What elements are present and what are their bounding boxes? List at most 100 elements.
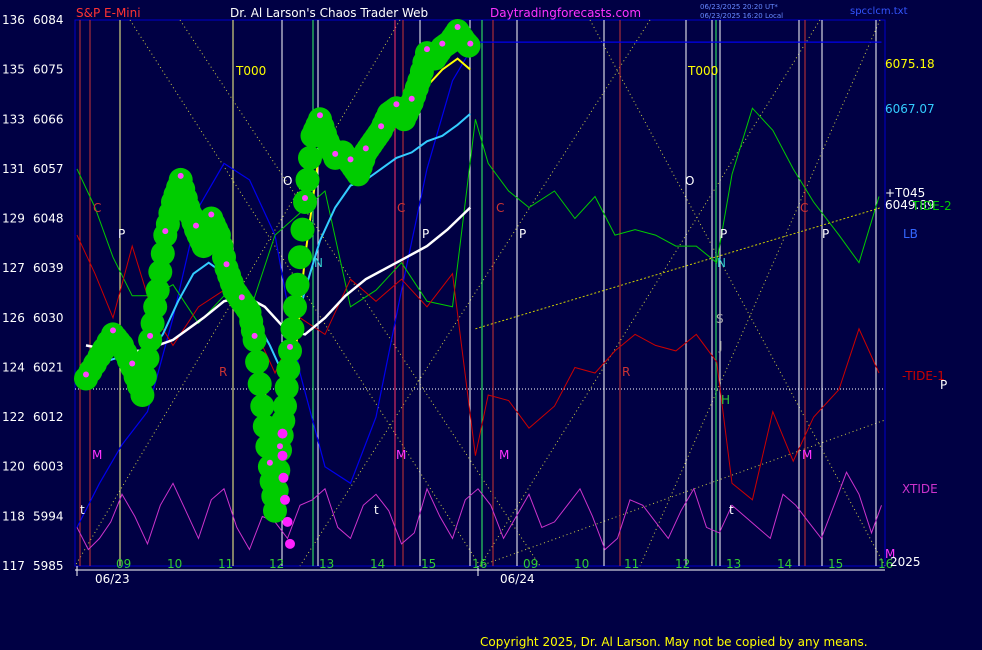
x-tick-label-day1: 11 (218, 557, 233, 571)
data-file-label: spcclcm.txt (850, 6, 908, 17)
price-core-dot (317, 112, 323, 119)
price-core-dot (177, 172, 184, 179)
y-tick-label-price: 6057 (33, 162, 64, 176)
y-tick-label-left: 133 (2, 112, 25, 126)
y-tick-label-price: 6039 (33, 261, 64, 275)
price-core-dot (378, 123, 385, 130)
price-core-dot (393, 101, 400, 108)
event-marker-n: N (314, 256, 323, 270)
event-marker-t000: T000 (687, 64, 718, 78)
price-halo-dot (278, 338, 302, 363)
y-tick-label-left: 120 (2, 460, 25, 474)
event-marker-p: P (422, 227, 429, 241)
y-tick-label-price: 6003 (33, 460, 64, 474)
y-tick-label-left: 118 (2, 509, 25, 523)
y-tick-label-price: 6048 (33, 212, 64, 226)
price-halo-dot (250, 394, 275, 419)
y-tick-label-price: 6021 (33, 360, 64, 374)
price-core-dot (302, 195, 308, 201)
price-low-dot (282, 516, 293, 527)
y-tick-label-price: 5994 (33, 509, 64, 523)
event-marker-p: P (519, 227, 526, 241)
price-core-dot (424, 46, 430, 53)
event-marker-c: C (93, 201, 101, 215)
price-core-dot (266, 459, 273, 466)
y-tick-label-left: 126 (2, 311, 25, 325)
y-tick-label-left: 135 (2, 63, 25, 77)
copyright: Copyright 2025, Dr. Al Larson. May not b… (480, 635, 868, 649)
price-halo-dot (283, 294, 307, 319)
event-marker-p: P (118, 227, 125, 241)
price-halo-dot (245, 349, 270, 374)
price-low-dot (285, 538, 295, 549)
price-low-dot (280, 494, 290, 505)
event-marker-m: M (396, 448, 406, 462)
price-halo-dot (298, 145, 322, 170)
price-core-dot (251, 332, 258, 339)
right-label-ma_value: 6067.07 (885, 102, 935, 116)
price-low-dot (277, 450, 288, 461)
price-core-dot (439, 40, 446, 47)
price-halo-dot (293, 190, 317, 214)
event-marker-c: C (496, 201, 504, 215)
event-marker-o: O (283, 174, 292, 188)
x-tick-label-day2: 09 (523, 557, 538, 571)
price-core-dot (83, 371, 89, 378)
price-halo-dot (290, 217, 315, 242)
x-tick-label-day2: 12 (675, 557, 690, 571)
event-marker-h: H (721, 393, 730, 407)
event-marker-p: P (822, 227, 829, 241)
price-halo-dot (285, 272, 310, 297)
x-tick-label-day1: 13 (319, 557, 334, 571)
event-marker-t000: T000 (235, 64, 266, 78)
event-marker-r: R (622, 365, 630, 379)
x-tick-label-day2: 13 (726, 557, 741, 571)
price-core-dot (287, 343, 293, 350)
price-halo-dot (247, 372, 272, 396)
price-core-dot (110, 327, 116, 334)
date-label: 06/24 (500, 572, 535, 586)
event-marker-m: M (499, 448, 509, 462)
x-tick-label-day2: 15 (828, 557, 843, 571)
y-tick-label-left: 122 (2, 410, 25, 424)
timestamp-local: 06/23/2025 16:20 Local (700, 12, 783, 20)
event-marker-c: C (397, 201, 405, 215)
x-tick-label-day2: 10 (574, 557, 589, 571)
right-label-last_price: 6075.18 (885, 57, 935, 71)
x-tick-label-day1: 09 (116, 557, 131, 571)
price-halo-dot (280, 316, 305, 341)
price-core-dot (454, 24, 461, 30)
event-marker-n: N (717, 256, 726, 270)
price-low-dot (277, 428, 288, 439)
x-tick-label-day2: 11 (624, 557, 639, 571)
y-tick-label-left: 117 (2, 559, 25, 573)
price-core-dot (347, 156, 354, 163)
price-core-dot (332, 150, 339, 157)
x-tick-label-day2: 14 (777, 557, 792, 571)
timestamp-ut: 06/23/2025 20:20 UT* (700, 3, 778, 11)
x-tick-label-day1: 12 (269, 557, 284, 571)
site-link[interactable]: Daytradingforecasts.com (490, 6, 641, 20)
price-halo-dot (242, 327, 267, 352)
price-core-dot (238, 294, 245, 301)
x-tick-label-day1: 10 (167, 557, 182, 571)
right-label-p: P (940, 378, 947, 392)
y-tick-label-left: 136 (2, 13, 25, 27)
event-marker-s: S (716, 312, 724, 326)
event-marker-j: J (718, 339, 723, 353)
price-core-dot (408, 95, 415, 102)
x-tick-label-day1: 14 (370, 557, 385, 571)
y-tick-label-price: 6075 (33, 63, 64, 77)
x-tick-label-day1: 16 (472, 557, 487, 571)
price-core-dot (467, 40, 474, 47)
event-marker-t: t (374, 503, 379, 517)
y-tick-label-left: 131 (2, 162, 25, 176)
date-label: 06/23 (95, 572, 130, 586)
right-label-tide2: TIDE-2 (911, 199, 952, 213)
symbol-label: S&P E-Mini (76, 6, 141, 20)
price-halo-dot (288, 245, 312, 270)
event-marker-o: O (685, 174, 694, 188)
event-marker-m: M (802, 448, 812, 462)
y-tick-label-left: 127 (2, 261, 25, 275)
price-core-dot (162, 228, 169, 235)
